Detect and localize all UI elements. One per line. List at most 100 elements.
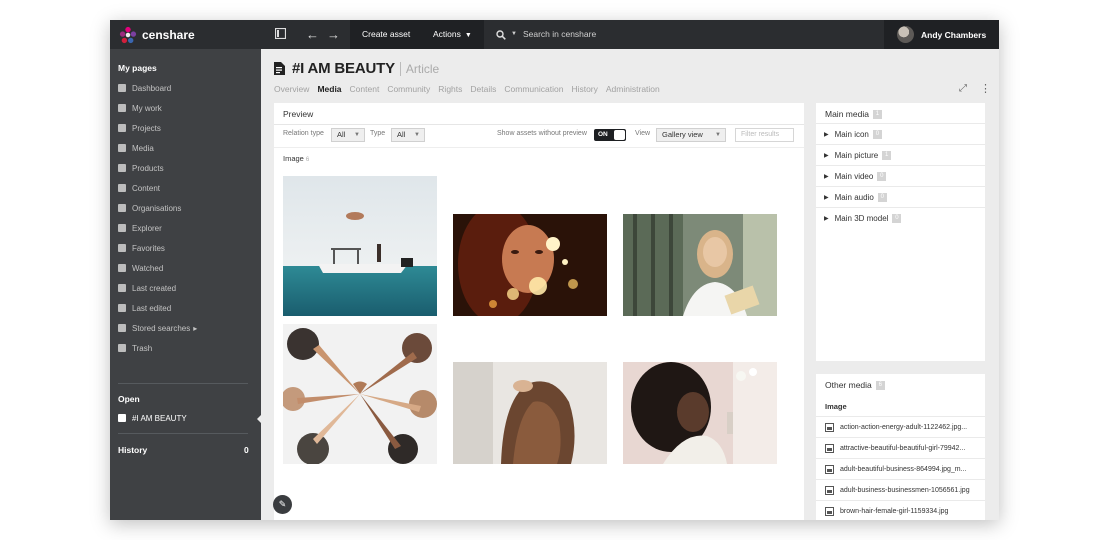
inbox-icon	[118, 104, 126, 112]
document-icon	[118, 184, 126, 192]
main-media-row-label: Main 3D model	[834, 213, 889, 223]
image-thumbnail[interactable]	[453, 362, 607, 464]
image-file-icon	[825, 422, 834, 432]
sidebar-item-my-work[interactable]: My work	[118, 101, 162, 115]
image-file-icon	[825, 464, 834, 474]
count-badge: 1	[882, 150, 892, 160]
actions-label: Actions	[433, 29, 461, 39]
tab-history[interactable]: History	[571, 84, 597, 94]
other-media-file-row[interactable]: adult-business-businessmen-1056561.jpg	[816, 479, 985, 500]
open-heading: Open	[118, 394, 140, 404]
sidebar-item-label: Organisations	[132, 203, 182, 213]
tab-rights[interactable]: Rights	[438, 84, 462, 94]
expand-triangle-icon[interactable]: ▶	[824, 131, 829, 138]
home-icon	[118, 84, 126, 92]
sidebar-item-label: Trash	[132, 343, 153, 353]
document-icon	[118, 414, 126, 422]
sidebar-toggle-icon[interactable]	[273, 27, 288, 42]
image-section-title: Image	[283, 154, 304, 163]
page-title: #I AM BEAUTY Article	[274, 60, 439, 77]
censhare-logo-icon	[119, 26, 137, 43]
tab-details[interactable]: Details	[470, 84, 496, 94]
main-media-row[interactable]: ▶ Main audio 0	[816, 186, 985, 207]
sidebar-item-trash[interactable]: Trash	[118, 341, 152, 355]
sidebar-item-dashboard[interactable]: Dashboard	[118, 81, 171, 95]
file-name: brown-hair-female-girl-1159334.jpg	[840, 507, 949, 515]
tab-content[interactable]: Content	[350, 84, 380, 94]
view-select[interactable]: Gallery view ▼	[656, 128, 726, 142]
pin-icon[interactable]: ✎	[273, 495, 292, 514]
avatar	[897, 26, 914, 43]
other-media-panel: Other media 6 Image action-action-energy…	[816, 374, 985, 520]
tab-communication[interactable]: Communication	[504, 84, 563, 94]
show-without-preview-toggle[interactable]: ON	[594, 129, 626, 141]
edit-icon	[118, 284, 126, 292]
sidebar-item-last-edited[interactable]: Last edited	[118, 301, 171, 315]
divider	[274, 124, 804, 125]
globe-icon	[118, 204, 126, 212]
image-thumbnail[interactable]	[453, 214, 607, 316]
sidebar-item-projects[interactable]: Projects	[118, 121, 161, 135]
main-media-row[interactable]: ▶ Main icon 0	[816, 123, 985, 144]
other-media-file-row[interactable]: brown-hair-female-girl-1159334.jpg	[816, 500, 985, 520]
search-scope-caret-icon[interactable]: ▼	[511, 20, 517, 49]
expand-triangle-icon[interactable]: ▶	[824, 173, 829, 180]
image-thumbnail[interactable]	[623, 214, 777, 316]
image-thumbnail[interactable]	[623, 362, 777, 464]
more-vertical-icon[interactable]: ⋮	[980, 82, 991, 95]
main-media-row[interactable]: ▶ Main video 0	[816, 165, 985, 186]
sidebar-item-label: Favorites	[132, 243, 165, 253]
asset-title: #I AM BEAUTY	[292, 60, 395, 77]
other-media-file-row[interactable]: adult-beautiful-business-864994.jpg_m...	[816, 458, 985, 479]
search-bar[interactable]: ▼ Search in censhare	[496, 20, 596, 49]
heart-icon	[118, 244, 126, 252]
sidebar-item-products[interactable]: Products	[118, 161, 164, 175]
create-asset-button[interactable]: Create asset	[350, 20, 423, 49]
expand-triangle-icon[interactable]: ▶	[824, 152, 829, 159]
brown-hair-girl-photo	[453, 362, 607, 464]
sidebar-item-last-created[interactable]: Last created	[118, 281, 176, 295]
divider	[118, 383, 248, 384]
main-media-row[interactable]: ▶ Main 3D model 0	[816, 207, 985, 228]
sidebar-item-media[interactable]: Media	[118, 141, 154, 155]
relation-type-select[interactable]: All ▼	[331, 128, 365, 142]
open-item[interactable]: #I AM BEAUTY	[118, 411, 187, 425]
woman-fairy-lights-photo	[453, 214, 607, 316]
expand-triangle-icon[interactable]: ▶	[824, 194, 829, 201]
brand-name: censhare	[142, 27, 195, 42]
tab-community[interactable]: Community	[387, 84, 430, 94]
file-name: adult-beautiful-business-864994.jpg_m...	[840, 465, 967, 473]
tab-administration[interactable]: Administration	[606, 84, 660, 94]
toggle-state: ON	[598, 131, 608, 138]
user-menu[interactable]: Andy Chambers	[884, 20, 999, 49]
tab-media[interactable]: Media	[317, 84, 341, 94]
image-thumbnail[interactable]	[283, 324, 437, 464]
back-arrow-icon[interactable]: ←	[305, 27, 320, 42]
brand[interactable]: censhare	[110, 20, 261, 49]
search-input[interactable]: Search in censhare	[523, 20, 596, 49]
sidebar-item-label: Content	[132, 183, 161, 193]
type-select[interactable]: All ▼	[391, 128, 425, 142]
view-label: View	[635, 130, 651, 137]
expand-icon[interactable]: ⤢	[959, 83, 967, 94]
sidebar-item-content[interactable]: Content	[118, 181, 160, 195]
other-media-file-row[interactable]: attractive-beautiful-beautiful-girl-7994…	[816, 437, 985, 458]
preview-heading: Preview	[283, 109, 314, 119]
sidebar-item-watched[interactable]: Watched	[118, 261, 163, 275]
actions-button[interactable]: Actions ▼	[421, 20, 484, 49]
main-media-row[interactable]: ▶ Main picture 1	[816, 144, 985, 165]
image-thumbnail[interactable]	[283, 176, 437, 316]
other-media-file-row[interactable]: action-action-energy-adult-1122462.jpg..…	[816, 416, 985, 437]
sidebar-item-label: Dashboard	[132, 83, 172, 93]
sidebar-item-favorites[interactable]: Favorites	[118, 241, 165, 255]
expand-triangle-icon[interactable]: ▶	[824, 215, 829, 222]
create-asset-label: Create asset	[362, 29, 411, 39]
history-heading[interactable]: History	[118, 445, 147, 455]
sidebar-item-stored-searches[interactable]: Stored searches ▸	[118, 321, 197, 335]
filter-results-input[interactable]: Filter results	[735, 128, 794, 142]
image-file-icon	[825, 443, 834, 453]
forward-arrow-icon[interactable]: →	[326, 27, 341, 42]
tab-overview[interactable]: Overview	[274, 84, 309, 94]
sidebar-item-explorer[interactable]: Explorer	[118, 221, 162, 235]
sidebar-item-organisations[interactable]: Organisations	[118, 201, 181, 215]
